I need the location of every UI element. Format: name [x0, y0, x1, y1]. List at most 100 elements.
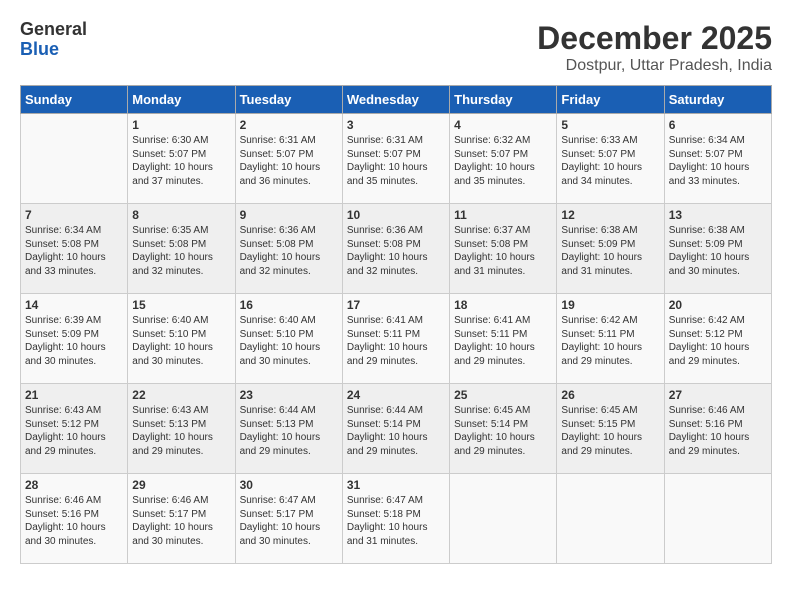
day-number: 14	[25, 298, 123, 312]
day-info: Sunrise: 6:30 AMSunset: 5:07 PMDaylight:…	[132, 134, 230, 188]
day-cell: 3 Sunrise: 6:31 AMSunset: 5:07 PMDaylight…	[342, 114, 449, 204]
day-number: 10	[347, 208, 445, 222]
day-number: 17	[347, 298, 445, 312]
day-cell: 11 Sunrise: 6:37 AMSunset: 5:08 PMDayligh…	[450, 204, 557, 294]
day-cell: 29 Sunrise: 6:46 AMSunset: 5:17 PMDayligh…	[128, 474, 235, 564]
day-number: 11	[454, 208, 552, 222]
day-info: Sunrise: 6:43 AMSunset: 5:12 PMDaylight:…	[25, 404, 123, 458]
day-number: 4	[454, 118, 552, 132]
calendar-table: SundayMondayTuesdayWednesdayThursdayFrid…	[20, 85, 772, 564]
day-number: 28	[25, 478, 123, 492]
day-cell: 17 Sunrise: 6:41 AMSunset: 5:11 PMDayligh…	[342, 294, 449, 384]
day-cell: 12Sunrise: 6:38 AMSunset: 5:09 PMDayligh…	[557, 204, 664, 294]
day-number: 21	[25, 388, 123, 402]
day-cell: 23 Sunrise: 6:44 AMSunset: 5:13 PMDayligh…	[235, 384, 342, 474]
day-cell: 24 Sunrise: 6:44 AMSunset: 5:14 PMDayligh…	[342, 384, 449, 474]
day-cell: 13 Sunrise: 6:38 AMSunset: 5:09 PMDayligh…	[664, 204, 771, 294]
day-number: 25	[454, 388, 552, 402]
day-number: 30	[240, 478, 338, 492]
day-number: 2	[240, 118, 338, 132]
day-info: Sunrise: 6:42 AMSunset: 5:11 PMDaylight:…	[561, 314, 659, 368]
weekday-header-tuesday: Tuesday	[235, 86, 342, 114]
day-cell: 2Sunrise: 6:31 AMSunset: 5:07 PMDaylight…	[235, 114, 342, 204]
day-number: 7	[25, 208, 123, 222]
day-cell	[664, 474, 771, 564]
week-row-5: 28 Sunrise: 6:46 AMSunset: 5:16 PMDayligh…	[21, 474, 772, 564]
day-info: Sunrise: 6:35 AMSunset: 5:08 PMDaylight:…	[132, 224, 230, 278]
day-info: Sunrise: 6:43 AMSunset: 5:13 PMDaylight:…	[132, 404, 230, 458]
day-cell: 6Sunrise: 6:34 AMSunset: 5:07 PMDaylight…	[664, 114, 771, 204]
day-number: 12	[561, 208, 659, 222]
day-number: 5	[561, 118, 659, 132]
day-number: 24	[347, 388, 445, 402]
day-info: Sunrise: 6:44 AMSunset: 5:14 PMDaylight:…	[347, 404, 445, 458]
day-info: Sunrise: 6:36 AMSunset: 5:08 PMDaylight:…	[240, 224, 338, 278]
day-cell: 14 Sunrise: 6:39 AMSunset: 5:09 PMDayligh…	[21, 294, 128, 384]
logo-line1: General	[20, 20, 87, 40]
day-cell: 10Sunrise: 6:36 AMSunset: 5:08 PMDayligh…	[342, 204, 449, 294]
day-info: Sunrise: 6:38 AMSunset: 5:09 PMDaylight:…	[669, 224, 767, 278]
day-info: Sunrise: 6:45 AMSunset: 5:15 PMDaylight:…	[561, 404, 659, 458]
weekday-header-sunday: Sunday	[21, 86, 128, 114]
day-cell: 7 Sunrise: 6:34 AMSunset: 5:08 PMDaylight…	[21, 204, 128, 294]
day-cell: 16 Sunrise: 6:40 AMSunset: 5:10 PMDayligh…	[235, 294, 342, 384]
day-info: Sunrise: 6:46 AMSunset: 5:16 PMDaylight:…	[25, 494, 123, 548]
weekday-header-thursday: Thursday	[450, 86, 557, 114]
day-number: 15	[132, 298, 230, 312]
weekday-header-row: SundayMondayTuesdayWednesdayThursdayFrid…	[21, 86, 772, 114]
day-number: 31	[347, 478, 445, 492]
header: General Blue December 2025 Dostpur, Utta…	[20, 20, 772, 75]
day-number: 3	[347, 118, 445, 132]
day-info: Sunrise: 6:46 AMSunset: 5:16 PMDaylight:…	[669, 404, 767, 458]
day-cell: 22Sunrise: 6:43 AMSunset: 5:13 PMDayligh…	[128, 384, 235, 474]
weekday-header-friday: Friday	[557, 86, 664, 114]
day-info: Sunrise: 6:41 AMSunset: 5:11 PMDaylight:…	[454, 314, 552, 368]
day-number: 18	[454, 298, 552, 312]
weekday-header-saturday: Saturday	[664, 86, 771, 114]
day-number: 16	[240, 298, 338, 312]
day-number: 20	[669, 298, 767, 312]
day-cell: 8 Sunrise: 6:35 AMSunset: 5:08 PMDaylight…	[128, 204, 235, 294]
title-area: December 2025 Dostpur, Uttar Pradesh, In…	[537, 20, 772, 75]
day-number: 23	[240, 388, 338, 402]
day-number: 26	[561, 388, 659, 402]
logo-line2: Blue	[20, 40, 59, 60]
day-cell: 9Sunrise: 6:36 AMSunset: 5:08 PMDaylight…	[235, 204, 342, 294]
day-cell: 21 Sunrise: 6:43 AMSunset: 5:12 PMDayligh…	[21, 384, 128, 474]
day-info: Sunrise: 6:41 AMSunset: 5:11 PMDaylight:…	[347, 314, 445, 368]
day-number: 29	[132, 478, 230, 492]
day-info: Sunrise: 6:34 AMSunset: 5:08 PMDaylight:…	[25, 224, 123, 278]
day-info: Sunrise: 6:31 AMSunset: 5:07 PMDaylight:…	[347, 134, 445, 188]
day-info: Sunrise: 6:33 AMSunset: 5:07 PMDaylight:…	[561, 134, 659, 188]
day-cell: 31 Sunrise: 6:47 AMSunset: 5:18 PMDayligh…	[342, 474, 449, 564]
day-cell: 4Sunrise: 6:32 AMSunset: 5:07 PMDaylight…	[450, 114, 557, 204]
day-cell: 30 Sunrise: 6:47 AMSunset: 5:17 PMDayligh…	[235, 474, 342, 564]
day-number: 8	[132, 208, 230, 222]
week-row-3: 14 Sunrise: 6:39 AMSunset: 5:09 PMDayligh…	[21, 294, 772, 384]
logo: General Blue	[20, 20, 87, 60]
day-cell: 25Sunrise: 6:45 AMSunset: 5:14 PMDayligh…	[450, 384, 557, 474]
day-info: Sunrise: 6:40 AMSunset: 5:10 PMDaylight:…	[240, 314, 338, 368]
day-cell	[21, 114, 128, 204]
day-info: Sunrise: 6:47 AMSunset: 5:18 PMDaylight:…	[347, 494, 445, 548]
day-info: Sunrise: 6:47 AMSunset: 5:17 PMDaylight:…	[240, 494, 338, 548]
day-cell	[557, 474, 664, 564]
weekday-header-wednesday: Wednesday	[342, 86, 449, 114]
day-cell: 15 Sunrise: 6:40 AMSunset: 5:10 PMDayligh…	[128, 294, 235, 384]
day-info: Sunrise: 6:44 AMSunset: 5:13 PMDaylight:…	[240, 404, 338, 458]
day-info: Sunrise: 6:42 AMSunset: 5:12 PMDaylight:…	[669, 314, 767, 368]
day-cell: 18 Sunrise: 6:41 AMSunset: 5:11 PMDayligh…	[450, 294, 557, 384]
day-cell: 20 Sunrise: 6:42 AMSunset: 5:12 PMDayligh…	[664, 294, 771, 384]
week-row-4: 21 Sunrise: 6:43 AMSunset: 5:12 PMDayligh…	[21, 384, 772, 474]
day-number: 13	[669, 208, 767, 222]
week-row-2: 7 Sunrise: 6:34 AMSunset: 5:08 PMDaylight…	[21, 204, 772, 294]
day-cell	[450, 474, 557, 564]
day-info: Sunrise: 6:40 AMSunset: 5:10 PMDaylight:…	[132, 314, 230, 368]
day-info: Sunrise: 6:39 AMSunset: 5:09 PMDaylight:…	[25, 314, 123, 368]
day-cell: 26 Sunrise: 6:45 AMSunset: 5:15 PMDayligh…	[557, 384, 664, 474]
day-info: Sunrise: 6:46 AMSunset: 5:17 PMDaylight:…	[132, 494, 230, 548]
day-cell: 28 Sunrise: 6:46 AMSunset: 5:16 PMDayligh…	[21, 474, 128, 564]
day-number: 19	[561, 298, 659, 312]
day-cell: 27Sunrise: 6:46 AMSunset: 5:16 PMDayligh…	[664, 384, 771, 474]
day-info: Sunrise: 6:37 AMSunset: 5:08 PMDaylight:…	[454, 224, 552, 278]
